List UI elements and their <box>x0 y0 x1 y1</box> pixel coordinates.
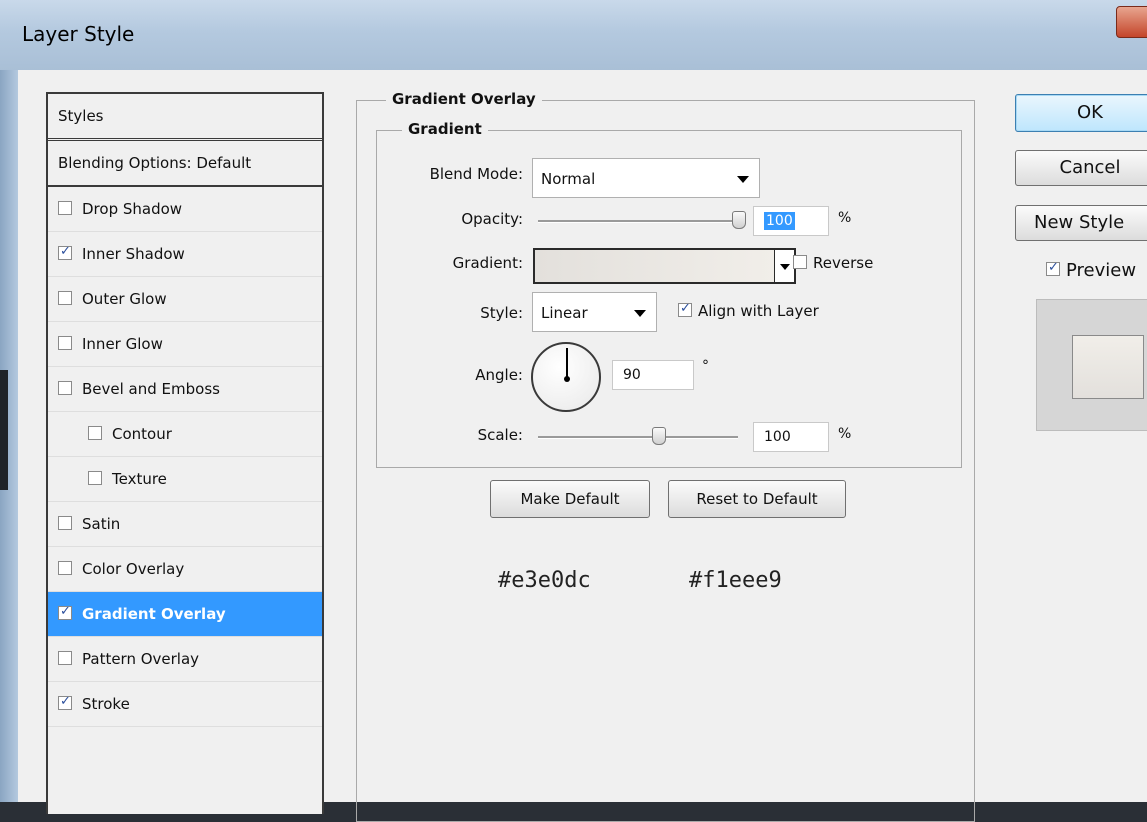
style-item-checkbox[interactable] <box>58 516 72 530</box>
style-item-gradient-overlay[interactable]: Gradient Overlay <box>48 592 322 637</box>
reverse-checkbox-box[interactable] <box>793 254 807 269</box>
opacity-slider-handle[interactable] <box>732 211 746 229</box>
style-item-checkbox[interactable] <box>58 244 72 260</box>
style-item-checkbox[interactable] <box>58 381 72 395</box>
angle-label: Angle: <box>475 366 523 384</box>
cancel-button[interactable]: Cancel <box>1015 150 1147 186</box>
scale-input[interactable]: 100 <box>753 422 829 452</box>
style-item-outer-glow[interactable]: Outer Glow <box>48 277 322 322</box>
chevron-down-icon <box>737 176 749 183</box>
angle-dial-center <box>564 376 570 382</box>
style-item-color-overlay[interactable]: Color Overlay <box>48 547 322 592</box>
style-item-stroke[interactable]: Stroke <box>48 682 322 727</box>
style-item-drop-shadow[interactable]: Drop Shadow <box>48 187 322 232</box>
scale-unit: % <box>838 426 852 442</box>
preview-area <box>1036 299 1147 431</box>
style-item-label: Inner Glow <box>82 335 163 353</box>
window-title: Layer Style <box>22 22 135 46</box>
reverse-label: Reverse <box>813 254 874 272</box>
style-item-checkbox[interactable] <box>58 201 72 215</box>
style-item-label: Bevel and Emboss <box>82 380 220 398</box>
scale-slider-handle[interactable] <box>652 427 666 445</box>
angle-input[interactable]: 90 <box>612 360 694 390</box>
new-style-button[interactable]: New Style <box>1015 205 1147 241</box>
blend-mode-value: Normal <box>541 170 596 188</box>
reset-to-default-button[interactable]: Reset to Default <box>668 480 846 518</box>
style-item-checkbox[interactable] <box>58 336 72 350</box>
blend-mode-dropdown[interactable]: Normal <box>532 158 760 198</box>
style-item-satin[interactable]: Satin <box>48 502 322 547</box>
scale-slider-track[interactable] <box>538 436 738 439</box>
style-item-label: Inner Shadow <box>82 245 185 263</box>
gradient-subgroup-title: Gradient <box>402 120 488 138</box>
opacity-slider-track[interactable] <box>538 220 738 223</box>
style-item-inner-glow[interactable]: Inner Glow <box>48 322 322 367</box>
style-item-checkbox[interactable] <box>58 604 72 620</box>
opacity-unit: % <box>838 210 852 226</box>
blend-mode-label: Blend Mode: <box>429 165 523 183</box>
style-item-label: Drop Shadow <box>82 200 183 218</box>
gradient-swatch[interactable] <box>533 248 776 284</box>
scale-label: Scale: <box>477 426 523 444</box>
reverse-checkbox[interactable]: Reverse <box>793 254 873 272</box>
preview-label: Preview <box>1066 260 1137 281</box>
styles-list: Styles Blending Options: Default Drop Sh… <box>46 92 324 814</box>
style-item-label: Pattern Overlay <box>82 650 200 668</box>
align-with-layer-checkbox-box[interactable] <box>678 301 692 317</box>
close-window-button[interactable] <box>1116 6 1147 38</box>
align-with-layer-checkbox[interactable]: Align with Layer <box>678 301 819 320</box>
style-item-label: Texture <box>112 470 167 488</box>
window-frame <box>0 70 18 802</box>
style-item-label: Outer Glow <box>82 290 167 308</box>
style-item-checkbox[interactable] <box>88 426 102 440</box>
angle-dial[interactable] <box>531 342 601 412</box>
gradient-end-hex: #f1eee9 <box>689 568 782 593</box>
style-item-bevel-and-emboss[interactable]: Bevel and Emboss <box>48 367 322 412</box>
style-item-label: Contour <box>112 425 172 443</box>
gradient-start-hex: #e3e0dc <box>498 568 591 593</box>
layer-style-dialog: Styles Blending Options: Default Drop Sh… <box>18 70 1147 822</box>
preview-checkbox[interactable]: Preview <box>1046 260 1136 281</box>
angle-dial-hand <box>566 348 568 379</box>
style-item-inner-shadow[interactable]: Inner Shadow <box>48 232 322 277</box>
style-item-contour[interactable]: Contour <box>48 412 322 457</box>
title-bar: Layer Style <box>0 0 1147 70</box>
style-item-checkbox[interactable] <box>58 694 72 710</box>
style-item-label: Color Overlay <box>82 560 185 578</box>
preview-checkbox-box[interactable] <box>1046 260 1060 276</box>
style-item-checkbox[interactable] <box>58 291 72 305</box>
angle-unit: ° <box>702 358 709 374</box>
style-item-texture[interactable]: Texture <box>48 457 322 502</box>
align-with-layer-label: Align with Layer <box>698 302 819 320</box>
style-value: Linear <box>541 304 588 322</box>
preview-swatch <box>1072 335 1144 399</box>
make-default-button[interactable]: Make Default <box>490 480 650 518</box>
ok-button[interactable]: OK <box>1015 94 1147 132</box>
style-label: Style: <box>480 304 523 322</box>
style-item-label: Gradient Overlay <box>82 605 226 623</box>
opacity-input[interactable]: 100 <box>753 206 829 236</box>
gradient-label: Gradient: <box>452 254 523 272</box>
blending-options-item[interactable]: Blending Options: Default <box>48 141 322 187</box>
gradient-overlay-title: Gradient Overlay <box>386 90 542 108</box>
styles-header[interactable]: Styles <box>48 94 322 141</box>
style-dropdown[interactable]: Linear <box>532 292 657 332</box>
chevron-down-icon <box>634 310 646 317</box>
style-item-checkbox[interactable] <box>58 561 72 575</box>
style-item-checkbox[interactable] <box>58 651 72 665</box>
style-item-label: Stroke <box>82 695 130 713</box>
style-item-checkbox[interactable] <box>88 471 102 485</box>
style-item-pattern-overlay[interactable]: Pattern Overlay <box>48 637 322 682</box>
style-item-label: Satin <box>82 515 121 533</box>
opacity-label: Opacity: <box>461 210 523 228</box>
